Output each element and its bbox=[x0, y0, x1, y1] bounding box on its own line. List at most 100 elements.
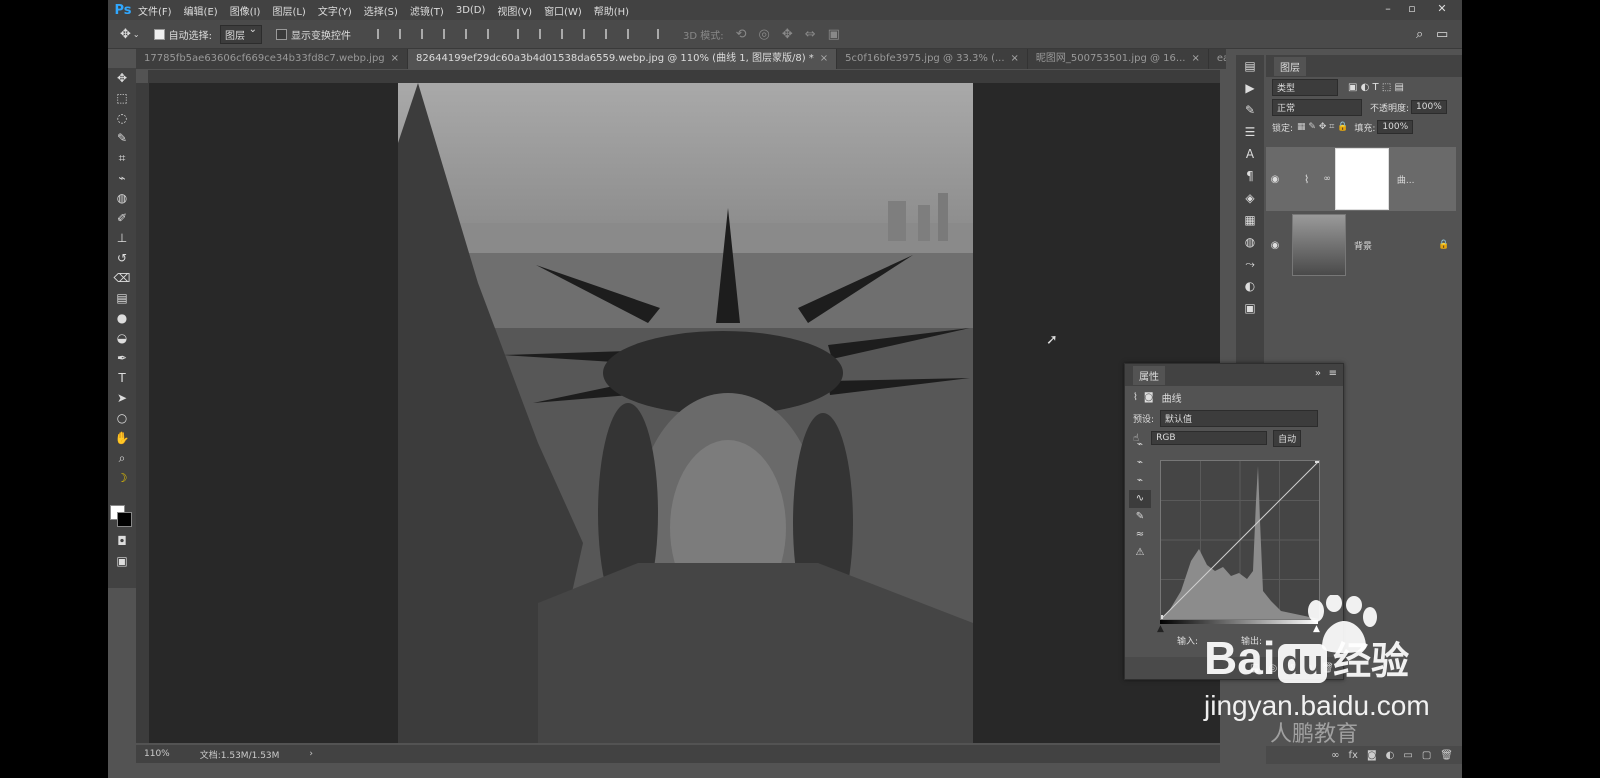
blend-mode-select[interactable]: 正常 bbox=[1272, 98, 1362, 116]
eraser-tool-icon[interactable]: ⌫ bbox=[108, 268, 136, 288]
menu-filter[interactable]: 滤镜(T) bbox=[410, 3, 444, 18]
black-slider-icon[interactable]: ▲ bbox=[1157, 624, 1164, 634]
roll-3d-icon[interactable]: ◎ bbox=[759, 27, 770, 42]
close-icon[interactable]: × bbox=[820, 53, 828, 64]
preset-select[interactable]: 默认值 bbox=[1160, 409, 1319, 427]
history-icon[interactable]: ▤ bbox=[1236, 55, 1264, 77]
layers-panel-title[interactable]: 图层 bbox=[1274, 56, 1306, 76]
scale-3d-icon[interactable]: ▣ bbox=[828, 27, 840, 42]
paragraph-icon[interactable]: ¶ bbox=[1236, 165, 1264, 187]
type-tool-icon[interactable]: T bbox=[108, 368, 136, 388]
auto-button[interactable]: 自动 bbox=[1273, 429, 1302, 447]
doc-tab-2[interactable]: 82644199ef29dc60a3b4d01538da6559.webp.jp… bbox=[408, 49, 838, 69]
doc-tab-5[interactable]: ea6ca3e3960239fa61 bbox=[1209, 49, 1226, 69]
mask-icon[interactable]: ◙ bbox=[1144, 392, 1154, 403]
actions-icon[interactable]: ▶ bbox=[1236, 77, 1264, 99]
align-left-icon[interactable] bbox=[442, 29, 455, 39]
doc-tab-4[interactable]: 昵图网_500753501.jpg @ 16... × bbox=[1028, 49, 1209, 69]
gradient-tool-icon[interactable]: ▤ bbox=[108, 288, 136, 308]
pan-3d-icon[interactable]: ✥ bbox=[782, 27, 793, 42]
screen-mode-icon[interactable]: ▣ bbox=[108, 551, 136, 571]
lasso-tool-icon[interactable]: ◌ bbox=[108, 108, 136, 128]
auto-select-dropdown[interactable]: 图层 bbox=[219, 24, 262, 44]
lock-icon[interactable]: 🔒 bbox=[1438, 240, 1449, 250]
align-right-icon[interactable] bbox=[486, 29, 499, 39]
distribute-top-icon[interactable] bbox=[516, 29, 529, 39]
close-icon[interactable]: × bbox=[1191, 53, 1199, 64]
filter-icons[interactable]: ▣ ◐ T ⬚ ▤ bbox=[1348, 82, 1404, 93]
canvas-area[interactable] bbox=[149, 83, 1220, 743]
new-layer-icon[interactable]: ▢ bbox=[1422, 750, 1431, 761]
menu-edit[interactable]: 编辑(E) bbox=[184, 3, 218, 18]
crop-tool-icon[interactable]: ⌗ bbox=[108, 148, 136, 168]
zoom-level[interactable]: 110% bbox=[144, 749, 170, 759]
paths-icon[interactable]: ⤳ bbox=[1236, 253, 1264, 275]
swatches-icon[interactable]: ▦ bbox=[1236, 209, 1264, 231]
move-tool-icon[interactable]: ✥ bbox=[120, 27, 131, 42]
layer-background[interactable]: ◉ 背景 🔒 bbox=[1266, 213, 1456, 277]
channel-select[interactable]: RGB bbox=[1151, 431, 1268, 445]
fx-icon[interactable]: fx bbox=[1349, 750, 1358, 761]
curves-icon[interactable]: ⌇ bbox=[1133, 392, 1138, 403]
collapse-icon[interactable]: » bbox=[1315, 368, 1321, 379]
hand-tool-icon[interactable]: ✋ bbox=[108, 428, 136, 448]
clone-stamp-tool-icon[interactable]: ⊥ bbox=[108, 228, 136, 248]
close-icon[interactable]: × bbox=[1011, 53, 1019, 64]
path-select-tool-icon[interactable]: ➤ bbox=[108, 388, 136, 408]
clipping-warning-icon[interactable]: ⚠ bbox=[1129, 544, 1151, 562]
ruler-vertical[interactable] bbox=[136, 83, 150, 743]
eye-icon[interactable]: ◉ bbox=[1266, 240, 1284, 251]
rotate-3d-icon[interactable]: ⟲ bbox=[736, 27, 747, 42]
marquee-tool-icon[interactable]: ⬚ bbox=[108, 88, 136, 108]
workspace-icon[interactable]: ▭ bbox=[1436, 27, 1448, 42]
trash-icon[interactable]: 🗑 bbox=[1440, 750, 1453, 761]
curve-point-tool-icon[interactable]: ∿ bbox=[1129, 490, 1151, 508]
menu-image[interactable]: 图像(I) bbox=[230, 3, 261, 18]
lock-icons[interactable]: ▦ ✎ ✥ ⌗ 🔒 bbox=[1297, 122, 1348, 132]
distribute-bottom-icon[interactable] bbox=[560, 29, 573, 39]
menu-3d[interactable]: 3D(D) bbox=[456, 5, 486, 16]
link-layers-icon[interactable]: ∞ bbox=[1331, 750, 1339, 761]
white-point-eyedropper-icon[interactable]: ⌁ bbox=[1129, 472, 1151, 490]
panel-menu-icon[interactable]: ≡ bbox=[1329, 368, 1337, 379]
adjust-icon[interactable]: ☰ bbox=[1236, 121, 1264, 143]
search-icon[interactable]: ⌕ bbox=[1416, 27, 1423, 42]
chevron-right-icon[interactable]: › bbox=[309, 749, 313, 759]
ruler-horizontal[interactable] bbox=[148, 70, 1220, 84]
adjustments-icon[interactable]: ◐ bbox=[1236, 275, 1264, 297]
quick-mask-icon[interactable]: ◘ bbox=[108, 531, 136, 551]
filter-kind-select[interactable]: 类型 bbox=[1272, 78, 1338, 96]
close-icon[interactable]: × bbox=[391, 53, 399, 64]
history-brush-tool-icon[interactable]: ↺ bbox=[108, 248, 136, 268]
properties-icon[interactable]: ▣ bbox=[1236, 297, 1264, 319]
dodge-tool-icon[interactable]: ◒ bbox=[108, 328, 136, 348]
doc-tab-3[interactable]: 5c0f16bfe3975.jpg @ 33.3% (... × bbox=[837, 49, 1028, 69]
pen-tool-icon[interactable]: ✒ bbox=[108, 348, 136, 368]
menu-file[interactable]: 文件(F) bbox=[138, 3, 172, 18]
curves-graph[interactable] bbox=[1159, 459, 1320, 620]
quick-select-tool-icon[interactable]: ✎ bbox=[108, 128, 136, 148]
menu-type[interactable]: 文字(Y) bbox=[318, 3, 352, 18]
menu-window[interactable]: 窗口(W) bbox=[544, 3, 582, 18]
distribute-left-icon[interactable] bbox=[582, 29, 595, 39]
shape-tool-icon[interactable]: ○ bbox=[108, 408, 136, 428]
brush-presets-icon[interactable]: ✎ bbox=[1236, 99, 1264, 121]
auto-select-checkbox[interactable] bbox=[153, 28, 165, 40]
character-icon[interactable]: A bbox=[1236, 143, 1264, 165]
background-color-swatch[interactable] bbox=[117, 512, 132, 527]
distribute-right-icon[interactable] bbox=[626, 29, 639, 39]
link-icon[interactable]: ∞ bbox=[1323, 174, 1331, 184]
move-tool-icon[interactable]: ✥ bbox=[108, 68, 136, 88]
menu-select[interactable]: 选择(S) bbox=[364, 3, 398, 18]
gray-point-eyedropper-icon[interactable]: ⌁ bbox=[1129, 454, 1151, 472]
align-hcenter-icon[interactable] bbox=[464, 29, 477, 39]
close-button[interactable]: ✕ bbox=[1430, 0, 1454, 20]
black-point-eyedropper-icon[interactable]: ⌁ bbox=[1129, 436, 1151, 454]
eyedropper-tool-icon[interactable]: ⌁ bbox=[108, 168, 136, 188]
menu-layer[interactable]: 图层(L) bbox=[272, 3, 305, 18]
layer-mask-thumbnail[interactable] bbox=[1334, 148, 1389, 210]
restore-button[interactable]: ▫ bbox=[1400, 0, 1424, 20]
new-adjustment-icon[interactable]: ◐ bbox=[1386, 750, 1395, 761]
menu-help[interactable]: 帮助(H) bbox=[594, 3, 629, 18]
slide-3d-icon[interactable]: ⇔ bbox=[805, 27, 816, 42]
